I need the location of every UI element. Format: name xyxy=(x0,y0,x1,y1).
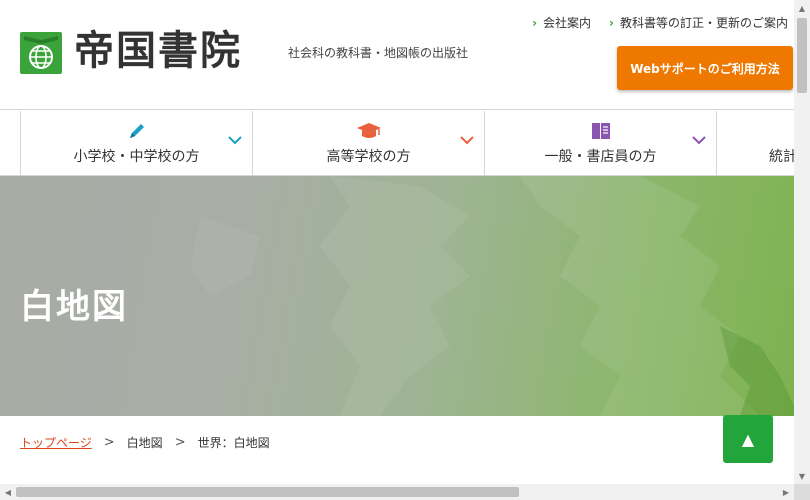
vertical-scrollbar[interactable]: ▲ ▼ xyxy=(794,0,810,484)
book-icon xyxy=(591,123,610,139)
horizontal-scroll-thumb[interactable] xyxy=(16,487,519,497)
graduation-cap-icon xyxy=(356,123,381,138)
textbook-correction-label: 教科書等の訂正・更新のご案内 xyxy=(619,16,788,30)
global-nav: 小学校・中学校の方 高等学校の方 一般・書店員の方 統計 xyxy=(0,111,797,176)
breadcrumb-item[interactable]: 白地図 xyxy=(127,434,163,451)
site-header: 帝国書院 社会科の教科書・地図帳の出版社 › 会社案内 › 教科書等の訂正・更新… xyxy=(0,0,794,110)
back-to-top-button[interactable]: ▲ xyxy=(723,415,773,463)
company-info-link[interactable]: › 会社案内 xyxy=(532,14,591,31)
chevron-down-icon xyxy=(460,136,474,145)
scroll-down-arrow-icon[interactable]: ▼ xyxy=(794,468,810,484)
scroll-up-arrow-icon[interactable]: ▲ xyxy=(794,0,810,16)
scroll-right-arrow-icon[interactable]: ▶ xyxy=(778,484,794,500)
chevron-down-icon xyxy=(692,136,706,145)
web-support-button[interactable]: Webサポートのご利用方法 xyxy=(617,46,793,90)
page-title: 白地図 xyxy=(20,287,128,327)
nav-label: 小学校・中学校の方 xyxy=(73,149,200,165)
globe-book-logo-icon xyxy=(20,32,62,74)
nav-item-general-bookstore[interactable]: 一般・書店員の方 xyxy=(484,111,716,175)
logo[interactable]: 帝国書院 xyxy=(20,28,242,74)
breadcrumb-current: 世界：白地図 xyxy=(197,436,270,450)
page: 帝国書院 社会科の教科書・地図帳の出版社 › 会社案内 › 教科書等の訂正・更新… xyxy=(0,0,810,500)
textbook-correction-link[interactable]: › 教科書等の訂正・更新のご案内 xyxy=(609,14,788,31)
breadcrumb-home-link[interactable]: トップページ xyxy=(20,434,92,451)
hero-banner: 白地図 xyxy=(0,176,794,416)
chevron-down-icon xyxy=(228,136,242,145)
horizontal-scrollbar[interactable]: ◀ ▶ xyxy=(0,484,794,500)
chevron-right-icon: › xyxy=(532,15,538,30)
chevron-right-icon: › xyxy=(609,15,614,30)
arrow-up-icon: ▲ xyxy=(741,429,755,449)
nav-label: 一般・書店員の方 xyxy=(544,149,657,165)
vertical-scroll-thumb[interactable] xyxy=(797,18,807,93)
nav-item-high-school[interactable]: 高等学校の方 xyxy=(252,111,484,175)
breadcrumb-separator-icon: > xyxy=(103,435,115,450)
company-info-label: 会社案内 xyxy=(543,16,592,30)
logo-text: 帝国書院 xyxy=(74,28,242,74)
tagline: 社会科の教科書・地図帳の出版社 xyxy=(288,46,469,60)
top-links: › 会社案内 › 教科書等の訂正・更新のご案内 xyxy=(532,14,788,31)
scrollbar-corner xyxy=(794,484,810,500)
breadcrumb-separator-icon: > xyxy=(174,435,186,450)
breadcrumb: トップページ > 白地図 > 世界：白地図 xyxy=(20,434,270,451)
nav-label: 高等学校の方 xyxy=(326,149,411,165)
scroll-left-arrow-icon[interactable]: ◀ xyxy=(0,484,16,500)
nav-item-elementary-junior[interactable]: 小学校・中学校の方 xyxy=(20,111,252,175)
pencil-icon xyxy=(129,124,144,138)
